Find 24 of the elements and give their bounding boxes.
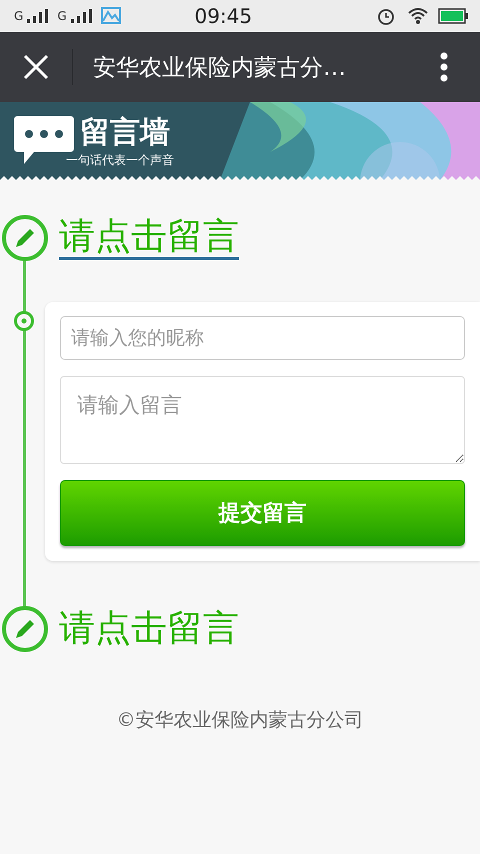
clock-time: 09:45: [194, 4, 254, 28]
leave-message-heading: 请点击留言: [59, 607, 239, 651]
copyright-text: ©安华农业保险内蒙古分公司: [116, 709, 364, 731]
more-icon: [440, 52, 448, 82]
wifi-icon: [408, 7, 428, 25]
chat-bubble-icon: [14, 116, 74, 166]
signal-icon: [27, 9, 50, 23]
signal-icon: [70, 9, 93, 23]
battery-icon: [438, 8, 468, 24]
message-field[interactable]: 请输入留言: [60, 376, 465, 464]
banner-title: 留言墙: [80, 116, 171, 150]
page-title: 安华农业保险内蒙古分…: [93, 54, 347, 82]
alarm-icon: [376, 6, 396, 26]
submit-button[interactable]: 提交留言: [60, 480, 465, 546]
leave-message-link[interactable]: 请点击留言: [59, 216, 239, 260]
network-type: G: [57, 9, 67, 23]
image-icon: [100, 7, 121, 25]
nickname-field[interactable]: 请输入您的昵称: [60, 316, 465, 360]
pencil-icon: [1, 605, 49, 653]
timeline-dot-icon: [13, 310, 35, 332]
banner-subtitle: 一句话代表一个声音: [66, 152, 174, 169]
pencil-icon: [1, 214, 49, 262]
close-icon: [23, 54, 49, 80]
network-type: G: [14, 9, 24, 23]
